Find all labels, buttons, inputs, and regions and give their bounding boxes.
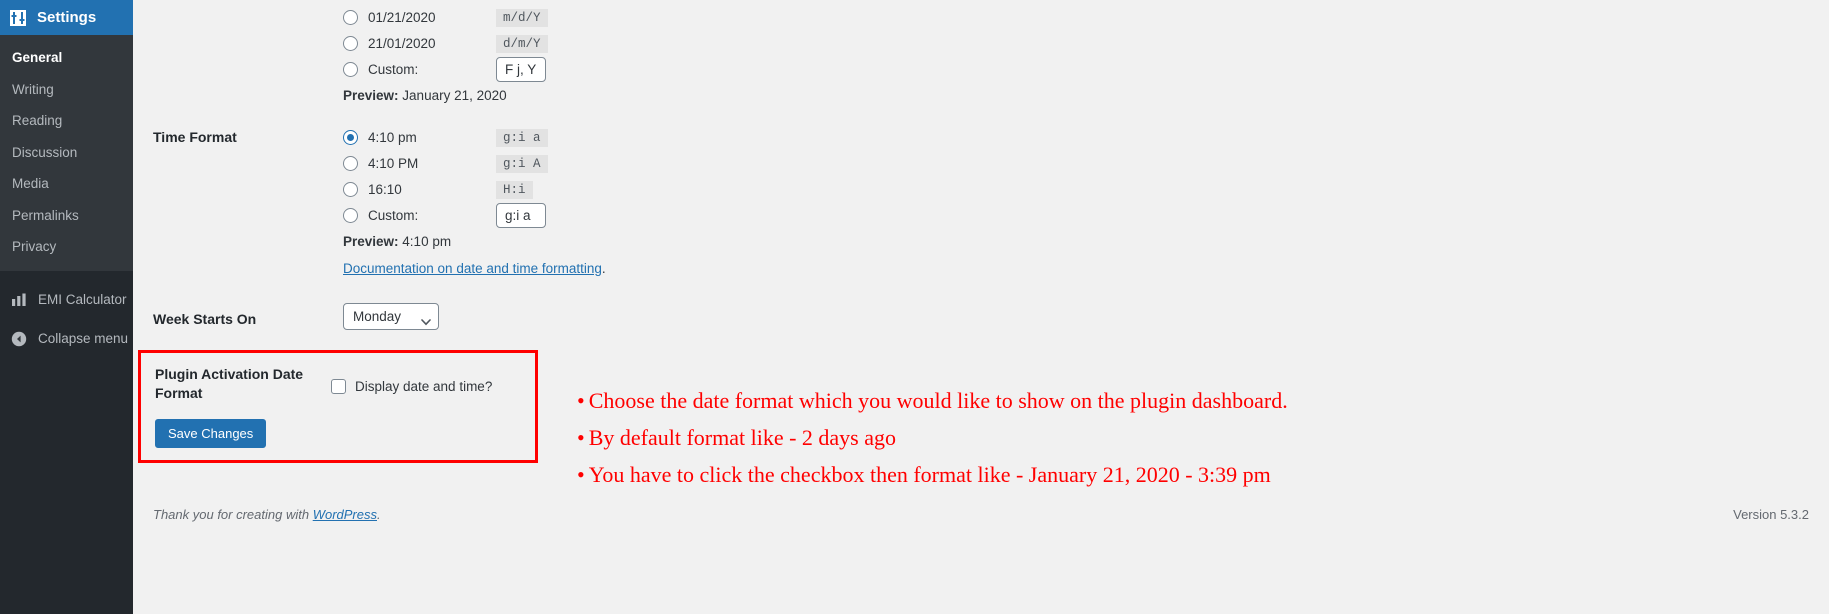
option-label: Custom:: [368, 208, 419, 223]
settings-submenu: General Writing Reading Discussion Media…: [0, 35, 133, 271]
bullet-icon: •: [577, 425, 585, 450]
display-date-time-label: Display date and time?: [355, 378, 493, 394]
option-label: Custom:: [368, 62, 419, 77]
annotation-line-2: • By default format like - 2 days ago: [577, 422, 1477, 453]
week-starts-on-value: Monday: [353, 309, 402, 324]
bullet-icon: •: [577, 462, 585, 487]
wordpress-admin-screen: Settings General Writing Reading Discuss…: [0, 0, 1829, 614]
format-code-chip: H:i: [496, 180, 533, 199]
option-label: 01/21/2020: [368, 10, 436, 25]
save-changes-button[interactable]: Save Changes: [155, 419, 267, 448]
format-code-chip: g:i a: [496, 128, 548, 147]
annotation-line-1: • Choose the date format which you would …: [577, 385, 1477, 416]
sidebar-item-reading[interactable]: Reading: [0, 105, 133, 137]
week-starts-on-label: Week Starts On: [153, 311, 257, 327]
radio-icon[interactable]: [343, 182, 358, 197]
time-format-preview: Preview: 4:10 pm: [343, 234, 1829, 249]
time-format-option-Hi[interactable]: 16:10 H:i: [343, 177, 1829, 202]
time-format-custom-input[interactable]: [496, 203, 546, 228]
radio-icon[interactable]: [343, 10, 358, 25]
format-code-chip: m/d/Y: [496, 8, 548, 27]
radio-icon[interactable]: [343, 130, 358, 145]
date-format-options: 01/21/2020 m/d/Y 21/01/2020 d/m/Y Custom…: [343, 5, 1829, 103]
sidebar-collapse-label: Collapse menu: [38, 331, 129, 347]
annotation-text: Choose the date format which you would l…: [588, 388, 1288, 413]
time-format-options: 4:10 pm g:i a 4:10 PM g:i A 16:10 H:i Cu…: [343, 125, 1829, 276]
documentation-suffix: .: [601, 261, 606, 276]
option-label: 4:10 PM: [368, 156, 419, 171]
bullet-icon: •: [577, 388, 585, 413]
week-starts-on-field: Monday: [343, 303, 1829, 330]
admin-footer: Thank you for creating with WordPress. V…: [133, 494, 1829, 534]
display-date-time-checkbox[interactable]: [331, 378, 346, 394]
annotation-text: By default format like - 2 days ago: [588, 425, 897, 450]
bar-chart-icon: [9, 290, 29, 310]
time-format-option-giA[interactable]: 4:10 PM g:i A: [343, 151, 1829, 176]
plugin-activation-label: Plugin Activation Date Format: [155, 366, 304, 401]
sidebar-item-label: EMI Calculator: [38, 292, 127, 308]
sidebar-item-general[interactable]: General: [0, 42, 133, 74]
sidebar-header-label: Settings: [37, 9, 97, 26]
date-format-row: 01/21/2020 m/d/Y 21/01/2020 d/m/Y Custom…: [133, 0, 1829, 103]
radio-icon[interactable]: [343, 156, 358, 171]
footer-thanks-prefix: Thank you for creating with: [153, 506, 313, 522]
sidebar-divider: [0, 270, 133, 281]
sidebar-item-privacy[interactable]: Privacy: [0, 231, 133, 263]
option-label: 4:10 pm: [368, 130, 417, 145]
documentation-link[interactable]: Documentation on date and time formattin…: [343, 261, 602, 276]
footer-version: Version 5.3.2: [1733, 506, 1809, 522]
time-format-option-gia[interactable]: 4:10 pm g:i a: [343, 125, 1829, 150]
date-format-custom-input[interactable]: [496, 57, 546, 82]
sidebar-header-settings[interactable]: Settings: [0, 0, 141, 35]
sidebar-item-writing[interactable]: Writing: [0, 74, 133, 106]
sidebar-item-permalinks[interactable]: Permalinks: [0, 200, 133, 232]
preview-label: Preview:: [343, 88, 399, 103]
date-format-preview: Preview: January 21, 2020: [343, 88, 1829, 103]
option-label: 21/01/2020: [368, 36, 436, 51]
collapse-arrow-icon: [9, 329, 29, 349]
display-date-time-field: Display date and time?: [331, 365, 492, 403]
preview-label: Preview:: [343, 234, 399, 249]
week-starts-on-row: Week Starts On Monday: [133, 303, 1829, 330]
date-format-option-mdy[interactable]: 01/21/2020 m/d/Y: [343, 5, 1829, 30]
radio-icon[interactable]: [343, 36, 358, 51]
time-format-option-custom[interactable]: Custom:: [343, 203, 1829, 228]
settings-main-content: 01/21/2020 m/d/Y 21/01/2020 d/m/Y Custom…: [133, 0, 1829, 614]
radio-icon[interactable]: [343, 62, 358, 77]
format-code-chip: g:i A: [496, 154, 548, 173]
format-code-chip: d/m/Y: [496, 34, 548, 53]
chevron-down-icon: [421, 314, 431, 325]
week-starts-on-select[interactable]: Monday: [343, 303, 439, 330]
footer-thanks-suffix: .: [377, 506, 381, 522]
footer-thanks: Thank you for creating with WordPress.: [153, 507, 381, 522]
annotation-line-3: • You have to click the checkbox then for…: [577, 459, 1477, 490]
sliders-icon: [8, 8, 28, 28]
time-format-label: Time Format: [153, 129, 237, 145]
sidebar-item-discussion[interactable]: Discussion: [0, 137, 133, 169]
admin-sidebar: Settings General Writing Reading Discuss…: [0, 0, 141, 614]
time-format-row: Time Format 4:10 pm g:i a 4:10 PM g:i A …: [133, 125, 1829, 276]
annotation-text: You have to click the checkbox then form…: [588, 462, 1271, 487]
preview-value: January 21, 2020: [402, 88, 507, 103]
date-format-option-custom[interactable]: Custom:: [343, 57, 1829, 82]
wordpress-link[interactable]: WordPress: [313, 507, 377, 522]
documentation-line: Documentation on date and time formattin…: [343, 261, 1829, 276]
sidebar-collapse-menu[interactable]: Collapse menu: [0, 319, 133, 358]
sidebar-item-emi-calculator[interactable]: EMI Calculator: [0, 281, 133, 319]
preview-value: 4:10 pm: [402, 234, 452, 249]
plugin-activation-highlight-box: Plugin Activation Date Format Display da…: [138, 350, 538, 463]
annotation-overlay: • Choose the date format which you would …: [577, 385, 1477, 490]
option-label: 16:10: [368, 182, 402, 197]
sidebar-item-media[interactable]: Media: [0, 168, 133, 200]
plugin-activation-row: Plugin Activation Date Format Display da…: [141, 353, 535, 403]
date-format-option-dmy[interactable]: 21/01/2020 d/m/Y: [343, 31, 1829, 56]
date-format-label: [153, 5, 343, 7]
radio-icon[interactable]: [343, 208, 358, 223]
